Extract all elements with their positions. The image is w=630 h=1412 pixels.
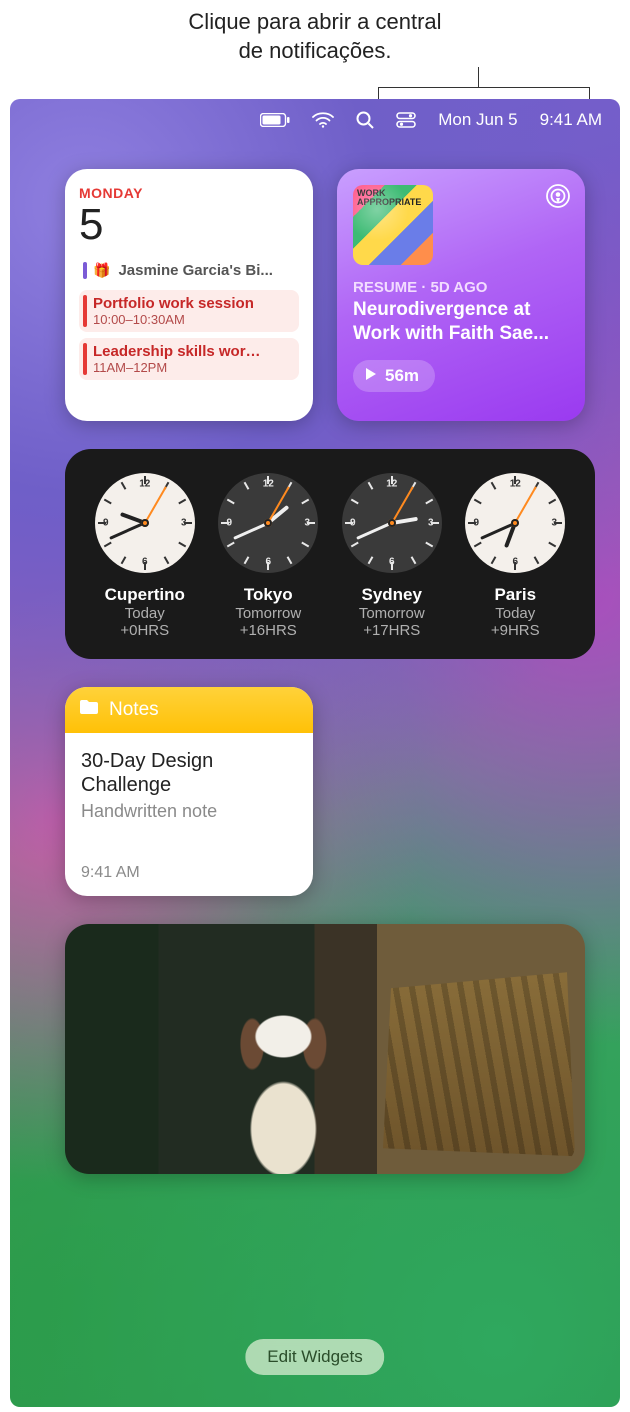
annotation-text: Clique para abrir a centralde notificaçõ…	[0, 0, 630, 71]
clock-item: 12369 CupertinoToday+0HRS	[86, 473, 204, 639]
note-time: 9:41 AM	[81, 864, 297, 882]
podcasts-app-icon	[545, 183, 571, 214]
clock-item: 12369 SydneyTomorrow+17HRS	[333, 473, 451, 639]
podcast-widget[interactable]: WORK APPROPRIATE RESUME · 5D AGO Neurodi…	[337, 169, 585, 421]
annotation-callout	[0, 71, 630, 99]
clock-offset: +9HRS	[456, 622, 574, 639]
world-clock-widget[interactable]: 12369CupertinoToday+0HRS12369TokyoTomorr…	[65, 449, 595, 659]
calendar-event-row[interactable]: Portfolio work session 10:00–10:30AM	[79, 290, 299, 332]
notes-widget[interactable]: Notes 30-Day Design Challenge Handwritte…	[65, 687, 313, 896]
clock-city: Paris	[456, 585, 574, 605]
podcast-play-button[interactable]: 56m	[353, 360, 435, 392]
podcast-title: Neurodivergence at Work with Faith Sae..…	[353, 298, 569, 346]
calendar-birthday-row[interactable]: 🎁 Jasmine Garcia's Bi...	[79, 257, 299, 284]
battery-icon[interactable]	[260, 113, 290, 127]
folder-icon	[79, 699, 99, 721]
spotlight-icon[interactable]	[356, 111, 374, 129]
play-icon	[365, 366, 377, 386]
desktop: Mon Jun 5 9:41 AM MONDAY 5 🎁 Jasmine Gar…	[10, 99, 620, 1407]
calendar-widget[interactable]: MONDAY 5 🎁 Jasmine Garcia's Bi... Portfo…	[65, 169, 313, 421]
control-center-icon[interactable]	[396, 112, 416, 128]
clock-city: Cupertino	[86, 585, 204, 605]
notes-header: Notes	[65, 687, 313, 733]
note-title: 30-Day Design Challenge	[81, 749, 297, 797]
calendar-event-row[interactable]: Leadership skills wor… 11AM–12PM	[79, 338, 299, 380]
clock-day: Today	[86, 605, 204, 622]
clock-offset: +0HRS	[86, 622, 204, 639]
clock-face: 12369	[95, 473, 195, 573]
menubar-date[interactable]: Mon Jun 5	[438, 110, 517, 130]
podcast-artwork: WORK APPROPRIATE	[353, 185, 433, 265]
clock-item: 12369 ParisToday+9HRS	[456, 473, 574, 639]
gift-icon: 🎁	[93, 262, 110, 279]
clock-offset: +16HRS	[209, 622, 327, 639]
calendar-day-number: 5	[79, 203, 299, 247]
photos-widget[interactable]	[65, 924, 585, 1174]
clock-face: 12369	[218, 473, 318, 573]
calendar-day-name: MONDAY	[79, 185, 299, 201]
clock-day: Today	[456, 605, 574, 622]
note-subtitle: Handwritten note	[81, 801, 297, 822]
menubar-time[interactable]: 9:41 AM	[540, 110, 602, 130]
edit-widgets-button[interactable]: Edit Widgets	[245, 1339, 384, 1375]
clock-offset: +17HRS	[333, 622, 451, 639]
clock-face: 12369	[342, 473, 442, 573]
menubar: Mon Jun 5 9:41 AM	[10, 99, 620, 141]
clock-city: Tokyo	[209, 585, 327, 605]
clock-item: 12369 TokyoTomorrow+16HRS	[209, 473, 327, 639]
clock-day: Tomorrow	[333, 605, 451, 622]
clock-city: Sydney	[333, 585, 451, 605]
clock-face: 12369	[465, 473, 565, 573]
wifi-icon[interactable]	[312, 112, 334, 128]
clock-day: Tomorrow	[209, 605, 327, 622]
podcast-meta: RESUME · 5D AGO	[353, 279, 569, 296]
